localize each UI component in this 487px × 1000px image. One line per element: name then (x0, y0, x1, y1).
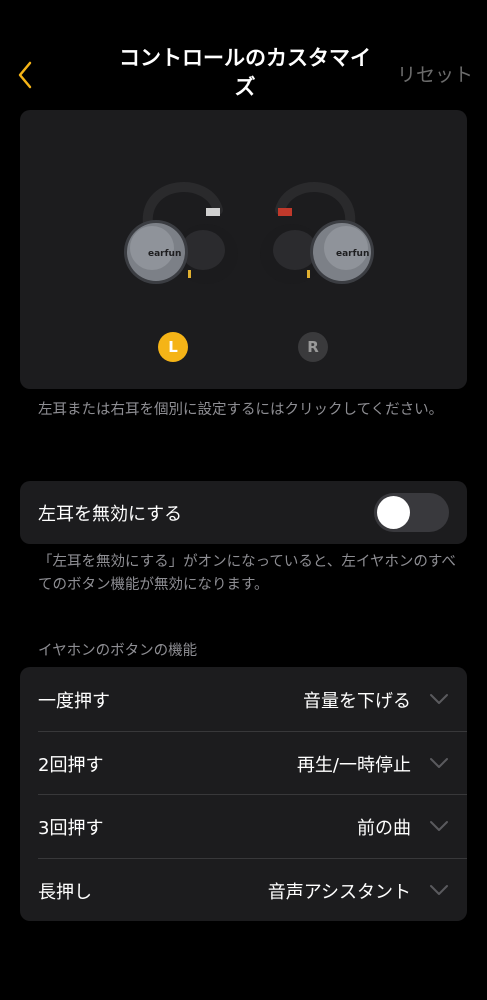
right-earbud-icon: earfun (260, 182, 374, 284)
button-function-list: 一度押す 音量を下げる 2回押す 再生/一時停止 3回押す 前の曲 長押し 音声… (20, 667, 467, 921)
chevron-down-icon (430, 821, 448, 831)
back-button[interactable] (10, 58, 40, 92)
brand-text: earfun (336, 249, 369, 259)
chevron-left-icon (18, 61, 32, 89)
disable-left-row: 左耳を無効にする (20, 481, 467, 544)
brand-text: earfun (148, 249, 181, 259)
list-item-single-press[interactable]: 一度押す 音量を下げる (20, 667, 467, 731)
right-ear-badge[interactable]: R (298, 332, 328, 362)
row-value: 音量を下げる (303, 691, 411, 712)
row-value: 再生/一時停止 (296, 754, 411, 776)
earbud-select-hint: 左耳または右耳を個別に設定するにはクリックしてください。 (38, 402, 444, 418)
toggle-knob (377, 496, 410, 529)
row-name: 2回押す (38, 754, 104, 776)
chevron-down-icon (430, 884, 448, 895)
row-name: 一度押す (38, 691, 110, 712)
disable-left-toggle[interactable] (374, 493, 449, 532)
left-earbud-icon: earfun (124, 182, 238, 284)
left-ear-badge[interactable]: L (158, 332, 188, 362)
chevron-down-icon (430, 757, 448, 768)
chevron-down-icon (430, 694, 448, 704)
list-item-triple-press[interactable]: 3回押す 前の曲 (20, 794, 467, 858)
row-value: 前の曲 (357, 818, 411, 839)
earbuds-card: earfun earfun L R (20, 110, 467, 389)
row-value: 音声アシスタント (267, 881, 411, 903)
list-item-long-press[interactable]: 長押し 音声アシスタント (20, 858, 467, 922)
section-label: イヤホンのボタンの機能 (38, 643, 198, 659)
page-title: コントロールのカスタマイズ (119, 46, 371, 99)
row-name: 3回押す (38, 818, 104, 839)
list-item-double-press[interactable]: 2回押す 再生/一時停止 (20, 731, 467, 795)
reset-button[interactable]: リセット (397, 60, 473, 87)
disable-left-hint: 「左耳を無効にする」がオンになっていると、左イヤホンのすべてのボタン機能が無効に… (38, 554, 456, 593)
row-name: 長押し (38, 881, 92, 903)
right-earbud-image[interactable]: earfun (260, 170, 390, 300)
left-earbud-image[interactable]: earfun (108, 170, 238, 300)
disable-left-label: 左耳を無効にする (38, 504, 183, 525)
